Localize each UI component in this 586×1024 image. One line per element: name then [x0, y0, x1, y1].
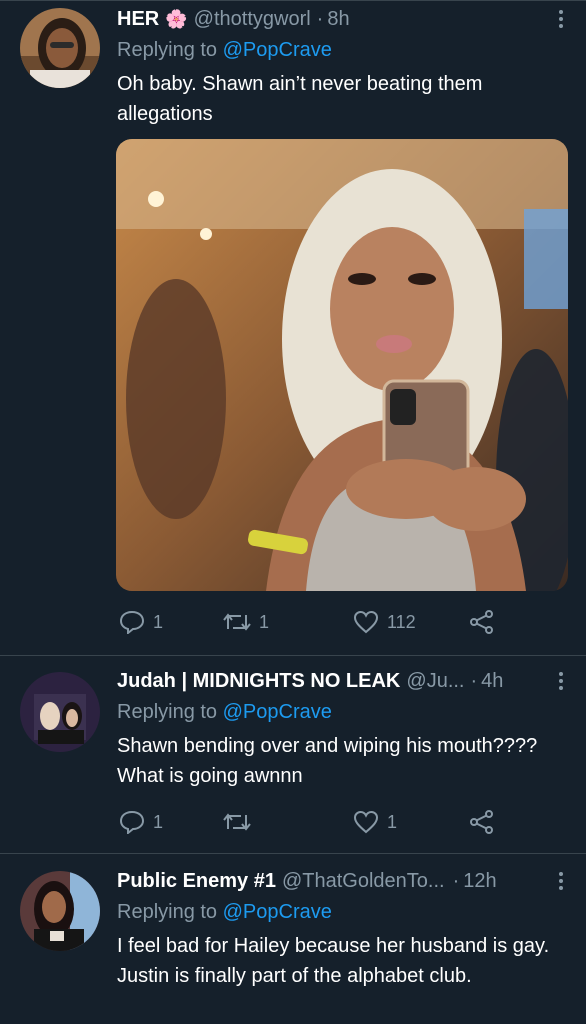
tweet-text: I feel bad for Hailey because her husban…: [117, 935, 550, 987]
separator-dot: ·: [316, 7, 324, 30]
tweet-photo[interactable]: [116, 139, 568, 591]
like-count: 112: [387, 611, 416, 632]
timestamp[interactable]: 4h: [481, 670, 503, 693]
replying-prefix: Replying to: [117, 901, 218, 923]
replying-to: Replying to @PopCrave: [117, 697, 564, 727]
tweet-actions: 1 1 112: [119, 607, 499, 637]
retweet-icon: [223, 613, 251, 631]
reply-button[interactable]: 1: [119, 810, 223, 834]
replying-prefix: Replying to: [117, 39, 218, 61]
username[interactable]: @thottygworl: [194, 8, 311, 31]
replying-to-link[interactable]: @PopCrave: [223, 701, 332, 723]
like-button[interactable]: 1: [353, 810, 469, 834]
avatar[interactable]: [20, 8, 100, 88]
replying-to: Replying to @PopCrave: [117, 897, 564, 927]
share-button[interactable]: [469, 810, 495, 834]
tweet-text: Shawn bending over and wiping his mouth?…: [117, 735, 538, 787]
share-icon: [470, 810, 493, 834]
reply-count: 1: [153, 811, 164, 832]
display-name[interactable]: Public Enemy #1: [117, 870, 276, 893]
heart-icon: [353, 810, 379, 834]
timestamp[interactable]: 8h: [327, 8, 349, 31]
retweet-icon: [223, 813, 251, 831]
replying-prefix: Replying to: [117, 701, 218, 723]
display-name[interactable]: HER: [117, 8, 159, 31]
replying-to: Replying to @PopCrave: [117, 35, 564, 65]
tweet-3[interactable]: Public Enemy #1 @ThatGoldenTo... · 12h R…: [0, 854, 586, 1024]
like-button[interactable]: 112: [353, 610, 469, 634]
tweet-2[interactable]: Judah | MIDNIGHTS NO LEAK @Ju... · 4h Re…: [0, 656, 586, 854]
retweet-count: 1: [259, 611, 270, 632]
heart-icon: [353, 610, 379, 634]
username[interactable]: @Ju...: [406, 670, 464, 693]
retweet-button[interactable]: [223, 811, 353, 833]
replying-to-link[interactable]: @PopCrave: [223, 39, 332, 61]
more-vertical-icon[interactable]: [558, 9, 564, 35]
display-name[interactable]: Judah | MIDNIGHTS NO LEAK: [117, 670, 400, 693]
reply-count: 1: [153, 611, 164, 632]
retweet-button[interactable]: 1: [223, 611, 353, 633]
timestamp[interactable]: 12h: [463, 870, 496, 893]
share-button[interactable]: [469, 610, 495, 634]
reply-icon: [119, 610, 145, 634]
more-vertical-icon[interactable]: [558, 871, 564, 897]
more-vertical-icon[interactable]: [558, 671, 564, 697]
separator-dot: ·: [470, 669, 478, 692]
name-emoji: 🌸: [165, 8, 188, 29]
tweet-text: Oh baby. Shawn ain’t never beating them …: [117, 73, 483, 125]
tweet-actions: 1 1: [119, 807, 499, 837]
share-icon: [470, 610, 493, 634]
avatar[interactable]: [20, 871, 100, 951]
username[interactable]: @ThatGoldenTo...: [282, 870, 445, 893]
tweet-1[interactable]: HER 🌸 @thottygworl · 8h Replying to @Pop…: [0, 0, 586, 655]
reply-icon: [119, 810, 145, 834]
avatar[interactable]: [20, 672, 100, 752]
like-count: 1: [387, 811, 398, 832]
reply-button[interactable]: 1: [119, 610, 223, 634]
replying-to-link[interactable]: @PopCrave: [223, 901, 332, 923]
separator-dot: ·: [452, 869, 460, 892]
